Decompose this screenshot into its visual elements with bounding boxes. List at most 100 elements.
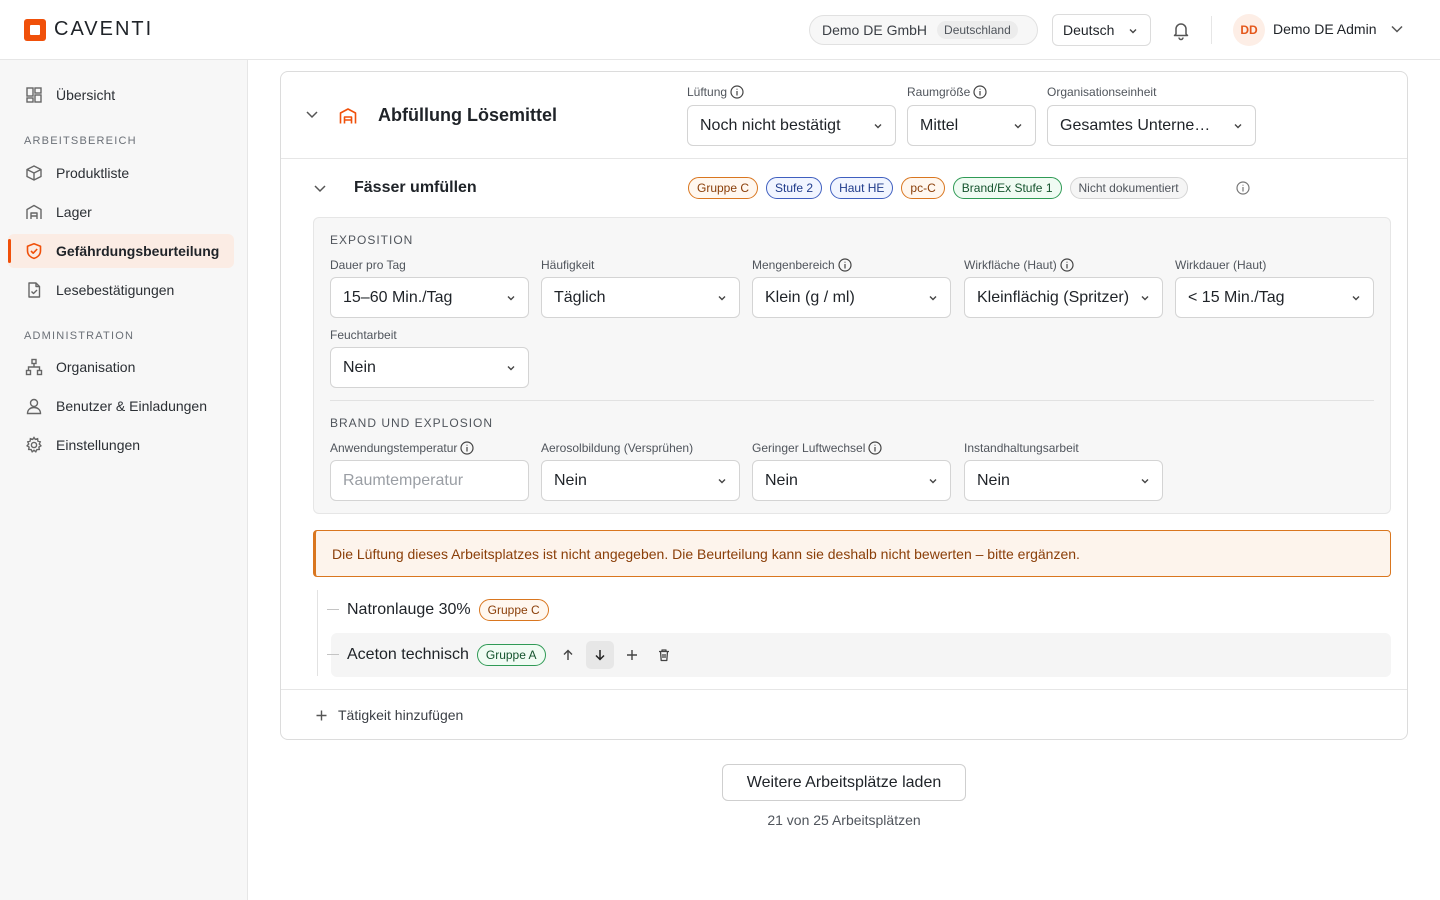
select-value: Täglich <box>554 288 606 306</box>
product-name: Aceton technisch <box>347 646 469 663</box>
warehouse-icon <box>338 106 358 126</box>
chevron-down-icon[interactable] <box>305 109 319 121</box>
product-group-badge: Gruppe A <box>476 644 546 666</box>
temperature-input[interactable] <box>330 460 529 501</box>
skin-area-label: Wirkfläche (Haut) <box>964 258 1074 272</box>
info-icon[interactable] <box>868 441 882 455</box>
field-label: Lüftung <box>687 85 728 99</box>
air-exchange-select[interactable]: Nein <box>752 460 951 501</box>
org-chart-icon <box>24 357 44 377</box>
maintenance-select[interactable]: Nein <box>964 460 1163 501</box>
workplace-card: Abfüllung Lösemittel Lüftung Noch nicht … <box>280 71 1408 740</box>
chevron-down-icon[interactable] <box>1390 24 1404 34</box>
sidebar-item-label: Organisation <box>56 359 136 375</box>
sidebar-item-label: Lager <box>56 204 92 220</box>
chevron-down-icon <box>928 476 938 486</box>
arrow-down-icon[interactable] <box>585 641 614 669</box>
info-icon[interactable] <box>1236 181 1250 195</box>
badge-skin: Haut HE <box>830 177 894 199</box>
field-label: Dauer pro Tag <box>330 258 406 272</box>
logo-mark <box>24 18 46 41</box>
select-value: Mittel <box>920 116 959 134</box>
user-icon <box>24 396 44 416</box>
section-fire-title: BRAND UND EXPLOSION <box>330 416 494 430</box>
info-icon[interactable] <box>730 85 744 99</box>
product-row[interactable]: Natronlauge 30% Gruppe C <box>327 588 1391 632</box>
field-label: Feuchtarbeit <box>330 328 397 342</box>
field-label: Wirkdauer (Haut) <box>1175 258 1267 272</box>
workplace-title: Abfüllung Lösemittel <box>378 105 557 125</box>
chevron-down-icon <box>1140 293 1150 303</box>
sidebar-item-settings[interactable]: Einstellungen <box>8 428 234 462</box>
org-unit-select[interactable]: Gesamtes Unternehmen <box>1047 105 1256 146</box>
chevron-down-icon <box>506 293 516 303</box>
sidebar-item-label: Einstellungen <box>56 437 141 453</box>
info-icon[interactable] <box>460 441 475 455</box>
tree-line <box>317 590 318 676</box>
header-divider <box>1211 16 1212 44</box>
user-name[interactable]: Demo DE Admin <box>1273 21 1376 37</box>
add-activity-label: Tätigkeit hinzufügen <box>338 707 464 723</box>
chevron-down-icon[interactable] <box>313 183 327 195</box>
chevron-down-icon <box>1013 121 1023 131</box>
sidebar-item-confirmations[interactable]: Lesebestätigungen <box>8 273 234 307</box>
sidebar-item-storage[interactable]: Lager <box>8 195 234 229</box>
tree-connector <box>327 654 339 655</box>
badge-documentation: Nicht dokumentiert <box>1069 177 1188 199</box>
info-icon[interactable] <box>973 85 987 99</box>
warehouse-icon <box>24 202 44 222</box>
sidebar-item-label: Benutzer & Einladungen <box>56 398 207 414</box>
skin-area-select[interactable]: Kleinflächig (Spritzer) <box>964 277 1163 318</box>
chevron-down-icon <box>506 363 516 373</box>
product-row[interactable]: Aceton technisch Gruppe A <box>327 633 1391 677</box>
company-switcher[interactable]: Demo DE GmbH Deutschland <box>809 15 1038 45</box>
temperature-label: Anwendungstemperatur <box>330 441 475 455</box>
gear-icon <box>24 435 44 455</box>
frequency-label: Häufigkeit <box>541 258 594 272</box>
chevron-down-icon <box>717 476 727 486</box>
row-tools <box>554 641 678 669</box>
field-label: Häufigkeit <box>541 258 595 272</box>
field-label: Aerosolbildung (Versprühen) <box>541 441 694 455</box>
company-name: Demo DE GmbH <box>822 22 928 38</box>
wet-work-select[interactable]: Nein <box>330 347 529 388</box>
load-more-button[interactable]: Weitere Arbeitsplätze laden <box>722 764 966 801</box>
chevron-down-icon <box>928 293 938 303</box>
sidebar-item-label: Produktliste <box>56 165 130 181</box>
sidebar: Übersicht ARBEITSBEREICH Produktliste La… <box>0 60 248 900</box>
plus-icon[interactable] <box>618 641 646 669</box>
bell-icon[interactable] <box>1170 19 1192 41</box>
sidebar-item-overview[interactable]: Übersicht <box>8 78 234 112</box>
amount-select[interactable]: Klein (g / ml) <box>752 277 951 318</box>
language-value: Deutsch <box>1063 22 1115 38</box>
org-unit-label: Organisationseinheit <box>1047 85 1156 99</box>
sidebar-item-risk-assessment[interactable]: Gefährdungsbeurteilung <box>8 234 234 268</box>
avatar[interactable]: DD <box>1233 14 1265 46</box>
ventilation-label: Lüftung <box>687 85 744 99</box>
badge-fire-ex: Brand/Ex Stufe 1 <box>952 177 1062 199</box>
section-exposure-title: EXPOSITION <box>330 233 414 247</box>
language-select[interactable]: Deutsch <box>1052 14 1151 46</box>
info-icon[interactable] <box>1060 258 1074 272</box>
sidebar-item-organisation[interactable]: Organisation <box>8 350 234 384</box>
skin-duration-select[interactable]: < 15 Min./Tag <box>1175 277 1374 318</box>
badge-level: Stufe 2 <box>766 177 823 199</box>
badge-pc: pc-C <box>901 177 945 199</box>
room-size-select[interactable]: Mittel <box>907 105 1036 146</box>
add-activity-button[interactable]: Tätigkeit hinzufügen <box>281 689 1407 740</box>
select-value: 15–60 Min./Tag <box>343 288 453 306</box>
aerosol-select[interactable]: Nein <box>541 460 740 501</box>
chevron-down-icon <box>1140 476 1150 486</box>
sidebar-item-users[interactable]: Benutzer & Einladungen <box>8 389 234 423</box>
sidebar-item-label: Lesebestätigungen <box>56 282 175 298</box>
logo[interactable]: CAVENTI <box>24 18 153 41</box>
duration-select[interactable]: 15–60 Min./Tag <box>330 277 529 318</box>
info-icon[interactable] <box>838 258 852 272</box>
ventilation-select[interactable]: Noch nicht bestätigt <box>687 105 896 146</box>
frequency-select[interactable]: Täglich <box>541 277 740 318</box>
sidebar-item-products[interactable]: Produktliste <box>8 156 234 190</box>
field-label: Raumgröße <box>907 85 971 99</box>
activity-title: Fässer umfüllen <box>354 179 477 196</box>
trash-icon[interactable] <box>650 641 678 669</box>
arrow-up-icon[interactable] <box>554 641 582 669</box>
